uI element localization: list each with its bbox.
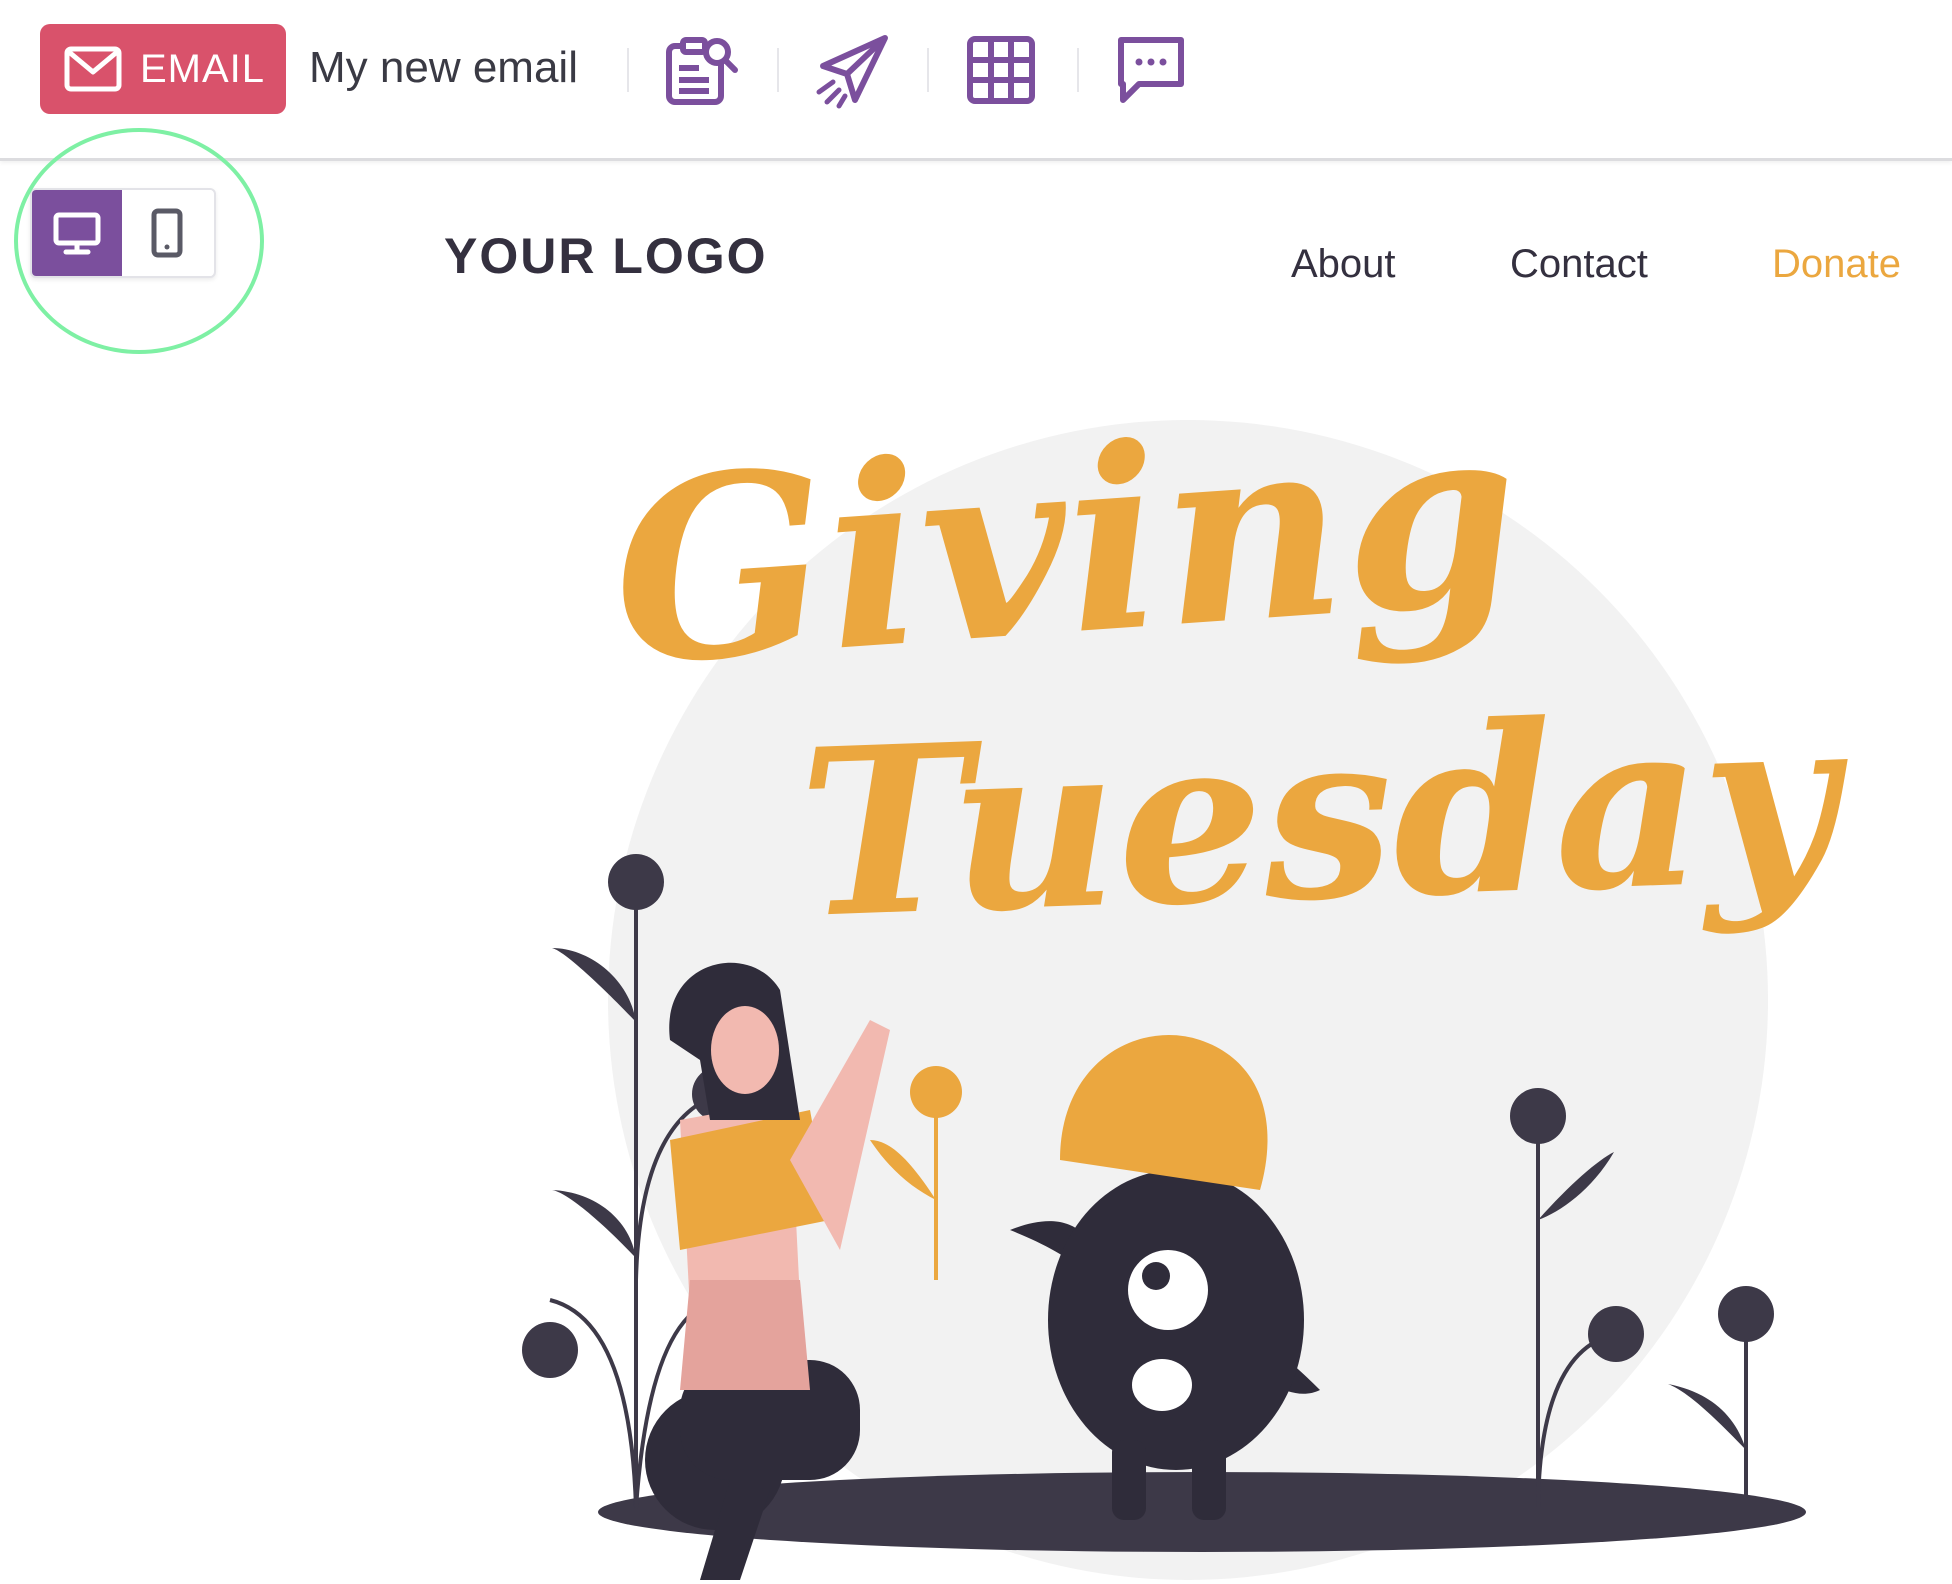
mobile-icon	[151, 208, 183, 258]
hero-illustration: Giving Tuesday	[500, 365, 1952, 1584]
toolbar-divider	[627, 48, 629, 92]
send-icon[interactable]	[811, 30, 891, 110]
toolbar-divider	[777, 48, 779, 92]
comment-icon[interactable]	[1111, 30, 1191, 110]
email-badge-label: EMAIL	[140, 47, 266, 91]
grid-icon[interactable]	[961, 30, 1041, 110]
device-view-toggle	[30, 188, 216, 278]
nav-link-contact[interactable]: Contact	[1510, 238, 1648, 290]
envelope-icon	[64, 46, 122, 92]
desktop-icon	[53, 212, 101, 255]
toolbar-divider	[927, 48, 929, 92]
desktop-view-button[interactable]	[32, 190, 122, 276]
top-toolbar: EMAIL My new email	[0, 0, 1952, 161]
hero-headline-line2: Tuesday	[795, 663, 1841, 970]
toolbar-divider	[1077, 48, 1079, 92]
email-name-field[interactable]: My new email	[309, 40, 578, 96]
email-type-badge[interactable]: EMAIL	[40, 24, 286, 114]
email-logo: YOUR LOGO	[444, 228, 768, 284]
nav-link-donate[interactable]: Donate	[1772, 238, 1901, 290]
hero-headline-line1: Giving	[603, 365, 1528, 722]
preview-search-icon[interactable]	[661, 30, 741, 110]
mobile-view-button[interactable]	[122, 190, 212, 276]
nav-link-about[interactable]: About	[1291, 238, 1396, 290]
